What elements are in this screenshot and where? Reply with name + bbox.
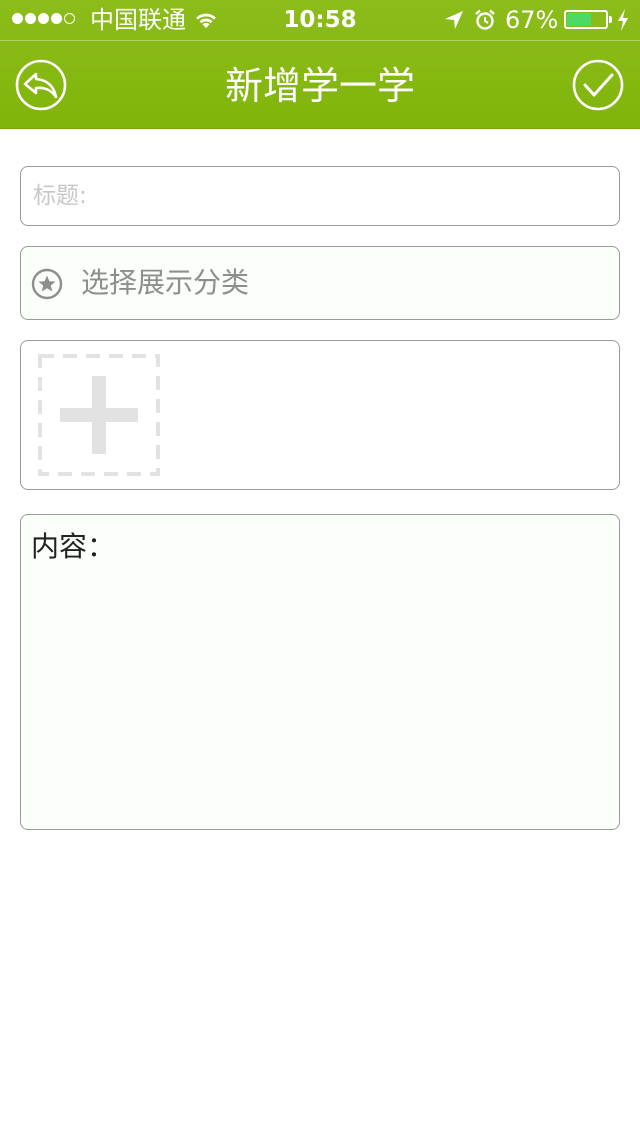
- star-circle-icon: [31, 268, 63, 300]
- battery-tip: [609, 16, 612, 23]
- battery-level-fill: [567, 13, 591, 26]
- content-field: 内容：: [20, 514, 620, 830]
- category-selector[interactable]: 选择展示分类: [20, 246, 620, 320]
- image-upload-area: [20, 340, 620, 490]
- title-input[interactable]: [33, 167, 603, 225]
- add-image-button[interactable]: [38, 354, 160, 476]
- location-arrow-icon: [445, 11, 463, 29]
- app-header: 中国联通 10:58 67% 新增学一学: [0, 0, 640, 129]
- battery-percentage: 67%: [505, 6, 559, 34]
- battery-icon: [564, 10, 608, 29]
- navigation-bar: 新增学一学: [0, 41, 640, 128]
- charging-bolt-icon: [618, 9, 628, 31]
- status-bar: 中国联通 10:58 67%: [0, 0, 640, 41]
- title-field: [20, 166, 620, 226]
- page-title: 新增学一学: [224, 64, 415, 108]
- content-textarea[interactable]: [31, 569, 607, 819]
- alarm-clock-icon: [475, 9, 495, 30]
- content-label: 内容：: [31, 530, 116, 563]
- confirm-button[interactable]: [572, 59, 624, 111]
- category-label: 选择展示分类: [81, 266, 250, 299]
